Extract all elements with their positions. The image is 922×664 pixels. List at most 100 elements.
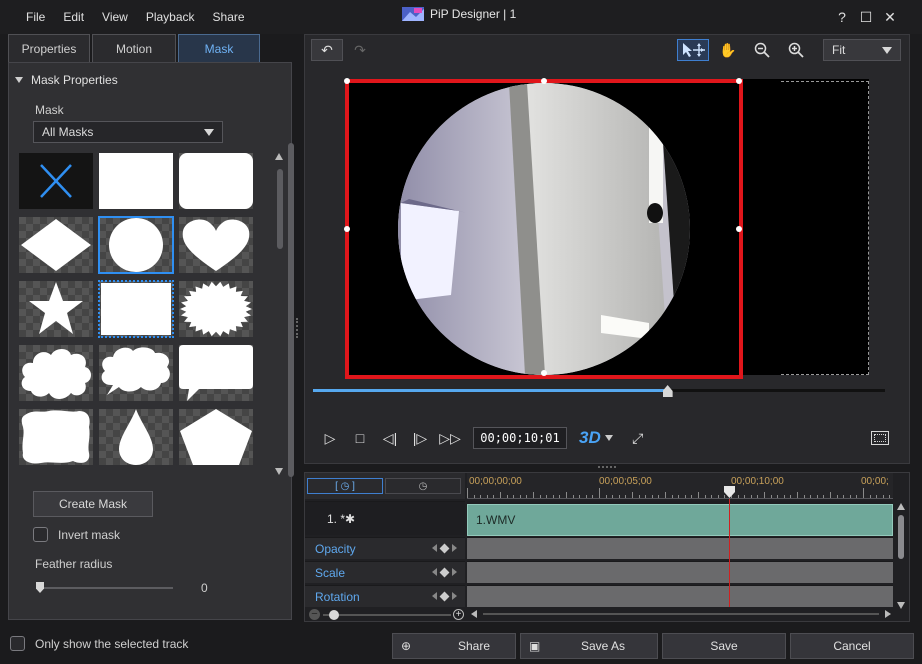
next-frame-button[interactable]: |▷ xyxy=(405,427,435,449)
cancel-button[interactable]: Cancel xyxy=(790,633,914,659)
maximize-icon[interactable]: ☐ xyxy=(854,9,878,26)
scroll-up-icon[interactable] xyxy=(897,503,905,510)
menu-view[interactable]: View xyxy=(102,10,128,24)
timeline-ruler[interactable]: 00;00;00;00 00;00;05;00 00;00;10;00 00;0… xyxy=(467,473,893,499)
panel-scrollbar[interactable] xyxy=(287,143,295,664)
prev-keyframe-icon[interactable] xyxy=(432,592,437,600)
menu-file[interactable]: File xyxy=(26,10,45,24)
mask-burst[interactable] xyxy=(179,281,253,337)
rotation-lane[interactable] xyxy=(467,585,893,607)
next-keyframe-icon[interactable] xyxy=(452,568,457,576)
mask-speech-cloud[interactable] xyxy=(99,345,173,401)
menu-playback[interactable]: Playback xyxy=(146,10,195,24)
play-button[interactable]: ▷ xyxy=(315,427,345,449)
resize-handle-tl[interactable] xyxy=(344,78,350,84)
tab-motion[interactable]: Motion xyxy=(92,34,176,62)
mask-speech-bubble[interactable] xyxy=(179,345,253,401)
scroll-thumb[interactable] xyxy=(277,169,283,249)
video-clip[interactable]: 1.WMV xyxy=(467,504,893,536)
prev-keyframe-icon[interactable] xyxy=(432,568,437,576)
close-icon[interactable]: ✕ xyxy=(878,9,902,26)
fullscreen-button[interactable]: ⤢ xyxy=(623,427,653,449)
panel-splitter[interactable] xyxy=(296,318,298,338)
mask-circle[interactable] xyxy=(98,216,174,274)
zoom-level-select[interactable]: Fit xyxy=(823,39,901,61)
add-keyframe-icon[interactable] xyxy=(439,543,450,553)
track-view-button[interactable]: [ ◷ ] xyxy=(307,478,383,494)
save-as-button[interactable]: ▣ Save As xyxy=(520,633,658,659)
undo-button[interactable]: ↶ xyxy=(311,39,343,61)
scroll-down-icon[interactable] xyxy=(897,602,905,609)
scroll-up-icon[interactable] xyxy=(275,153,283,160)
keyframe-view-button[interactable]: ◷ xyxy=(385,478,461,494)
mask-drop[interactable] xyxy=(99,409,173,465)
h-scroll-track[interactable] xyxy=(483,613,879,615)
tab-mask[interactable]: Mask xyxy=(178,34,260,62)
share-button[interactable]: ⊕ Share xyxy=(392,633,516,659)
playback-progress-bar[interactable] xyxy=(313,389,885,392)
only-selected-track-checkbox[interactable] xyxy=(10,636,25,651)
next-keyframe-icon[interactable] xyxy=(452,592,457,600)
invert-mask-row[interactable]: Invert mask xyxy=(33,527,120,542)
timeline-zoom-slider[interactable]: − + xyxy=(309,609,465,621)
add-keyframe-icon[interactable] xyxy=(439,591,450,601)
mask-rectangle-inset[interactable] xyxy=(98,280,174,338)
resize-handle-tr[interactable] xyxy=(736,78,742,84)
rotation-keyframe-controls[interactable] xyxy=(432,591,457,601)
opacity-keyframe-controls[interactable] xyxy=(432,543,457,553)
tab-properties[interactable]: Properties xyxy=(8,34,90,62)
prev-keyframe-icon[interactable] xyxy=(432,544,437,552)
mask-cloud[interactable] xyxy=(19,345,93,401)
progress-handle[interactable] xyxy=(662,385,673,397)
hand-tool[interactable]: ✋ xyxy=(713,39,743,61)
mask-properties-header[interactable]: Mask Properties xyxy=(15,73,118,87)
zoom-in-icon[interactable]: + xyxy=(453,609,464,620)
zoom-in-button[interactable] xyxy=(781,39,811,61)
fast-forward-button[interactable]: ▷▷ xyxy=(435,427,465,449)
mask-wavy-frame[interactable] xyxy=(19,409,93,465)
zoom-handle[interactable] xyxy=(329,610,339,620)
mask-diamond[interactable] xyxy=(19,217,93,273)
previous-frame-button[interactable]: ◁| xyxy=(375,427,405,449)
mask-category-select[interactable]: All Masks xyxy=(33,121,223,143)
help-button[interactable]: ? xyxy=(830,9,854,26)
mask-heart[interactable] xyxy=(179,217,253,273)
menu-edit[interactable]: Edit xyxy=(63,10,84,24)
mask-rectangle[interactable] xyxy=(99,153,173,209)
panel-scroll-thumb[interactable] xyxy=(288,143,294,477)
create-mask-button[interactable]: Create Mask xyxy=(33,491,153,517)
scroll-right-icon[interactable] xyxy=(885,610,891,618)
save-button[interactable]: Save xyxy=(662,633,786,659)
zoom-out-button[interactable] xyxy=(747,39,777,61)
resize-handle-bottom[interactable] xyxy=(541,370,547,376)
rotation-track-header[interactable]: Rotation xyxy=(305,585,465,607)
timecode-display[interactable]: 00;00;10;01 xyxy=(473,427,567,449)
resize-handle-top[interactable] xyxy=(541,78,547,84)
stop-button[interactable]: □ xyxy=(345,427,375,449)
video-track-header[interactable]: 1. *✱ xyxy=(305,501,465,535)
zoom-out-icon[interactable]: − xyxy=(309,609,320,620)
mask-none[interactable] xyxy=(19,153,93,209)
select-move-tool[interactable] xyxy=(677,39,709,61)
3d-dropdown-icon[interactable] xyxy=(604,435,613,441)
resize-handle-left[interactable] xyxy=(344,226,350,232)
timeline-horizontal-scrollbar[interactable] xyxy=(471,609,891,619)
scale-track-header[interactable]: Scale xyxy=(305,561,465,583)
feather-radius-handle[interactable] xyxy=(36,582,44,593)
mask-rounded-rectangle[interactable] xyxy=(179,153,253,209)
mask-grid-scrollbar[interactable] xyxy=(275,153,285,475)
scroll-down-icon[interactable] xyxy=(275,468,283,475)
timeline-scroll-thumb[interactable] xyxy=(898,515,904,559)
mask-star[interactable] xyxy=(19,281,93,337)
only-selected-track-row[interactable]: Only show the selected track xyxy=(10,636,188,651)
opacity-lane[interactable] xyxy=(467,537,893,559)
timeline-splitter[interactable] xyxy=(598,466,616,468)
scale-keyframe-controls[interactable] xyxy=(432,567,457,577)
selected-object-frame[interactable] xyxy=(344,78,743,379)
preview-canvas[interactable] xyxy=(344,78,869,379)
safe-zone-toggle[interactable] xyxy=(871,431,889,445)
invert-mask-checkbox[interactable] xyxy=(33,527,48,542)
menu-share[interactable]: Share xyxy=(213,10,245,24)
redo-button[interactable]: ↷ xyxy=(345,39,375,61)
scroll-left-icon[interactable] xyxy=(471,610,477,618)
